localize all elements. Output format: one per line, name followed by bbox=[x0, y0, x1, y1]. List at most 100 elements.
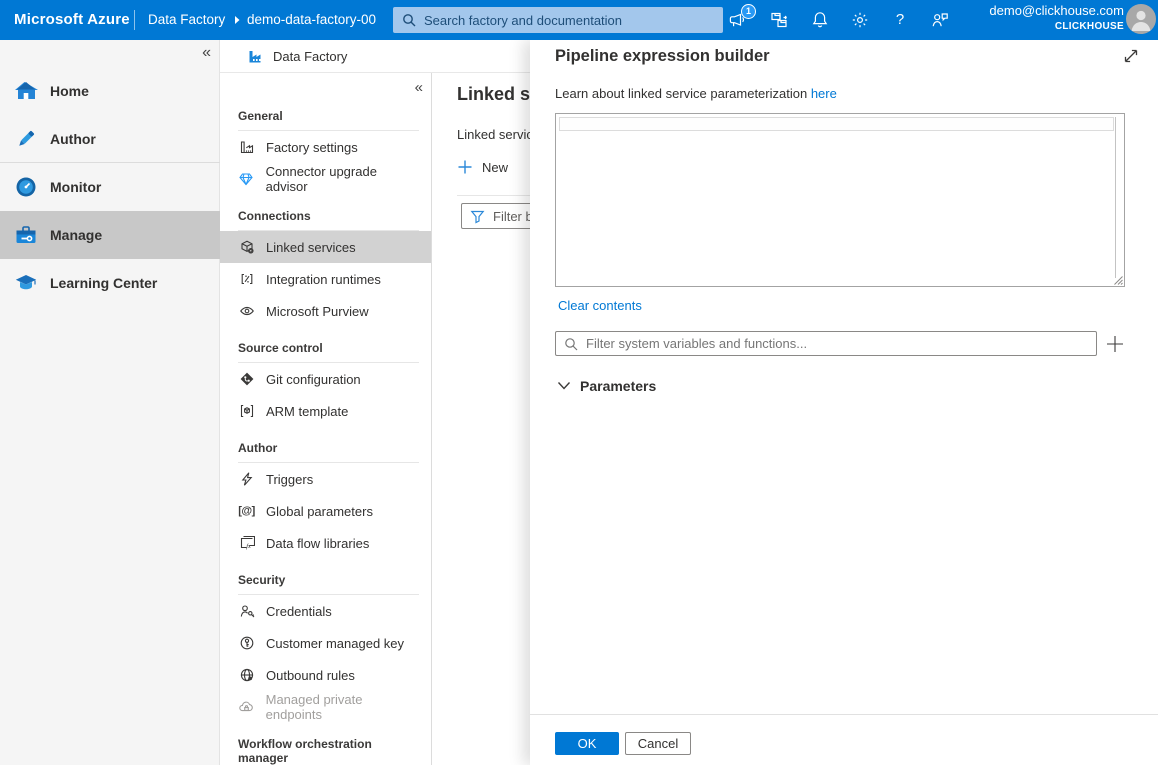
subnav-item-label: Credentials bbox=[266, 604, 332, 619]
learn-line: Learn about linked service parameterizat… bbox=[555, 86, 837, 101]
subnav-item-managed-private-endpoints[interactable]: Managed private endpoints bbox=[238, 691, 419, 723]
nav-item-author[interactable]: Author bbox=[0, 115, 220, 163]
page-description: Linked servic bbox=[457, 127, 533, 142]
subnav-item-label: Factory settings bbox=[266, 140, 358, 155]
breadcrumb-app[interactable]: Data Factory bbox=[148, 0, 225, 40]
purview-eye-icon bbox=[238, 303, 255, 319]
collapse-leftnav-icon[interactable]: « bbox=[202, 44, 211, 62]
subnav-item-outbound-rules[interactable]: Outbound rules bbox=[238, 659, 419, 691]
nav-item-manage[interactable]: Manage bbox=[0, 211, 220, 259]
footer-divider bbox=[530, 714, 1158, 715]
subnav-item-integration-runtimes[interactable]: Integration runtimes bbox=[238, 263, 419, 295]
settings-gear-icon[interactable] bbox=[850, 10, 870, 30]
notifications-bell-icon[interactable] bbox=[810, 10, 830, 30]
nav-item-label: Author bbox=[50, 131, 96, 147]
author-pencil-icon bbox=[14, 127, 38, 151]
subnav-item-factory-settings[interactable]: Factory settings bbox=[238, 131, 419, 163]
account-info[interactable]: demo@clickhouse.com CLICKHOUSE bbox=[989, 4, 1124, 32]
learning-center-icon bbox=[14, 271, 38, 295]
azure-brand[interactable]: Microsoft Azure bbox=[14, 0, 130, 40]
subnav-item-connector-upgrade-advisor[interactable]: Connector upgrade advisor bbox=[238, 163, 419, 195]
nav-item-monitor[interactable]: Monitor bbox=[0, 163, 220, 211]
subnav-item-label: Linked services bbox=[266, 240, 356, 255]
feedback-icon[interactable] bbox=[930, 10, 950, 30]
help-icon[interactable]: ? bbox=[890, 10, 910, 30]
global-search[interactable] bbox=[393, 7, 723, 33]
outbound-rules-globe-icon bbox=[238, 667, 255, 683]
resize-grip-icon[interactable] bbox=[1113, 275, 1123, 285]
account-tenant: CLICKHOUSE bbox=[989, 22, 1124, 32]
data-factory-icon bbox=[248, 48, 265, 65]
subnav-item-label: Microsoft Purview bbox=[266, 304, 369, 319]
panel-title: Pipeline expression builder bbox=[555, 47, 770, 66]
search-icon bbox=[402, 13, 416, 27]
subnav-item-label: Git configuration bbox=[266, 372, 361, 387]
search-input[interactable] bbox=[424, 13, 714, 28]
subnav-item-microsoft-purview[interactable]: Microsoft Purview bbox=[238, 295, 419, 327]
section-header-source-control: Source control bbox=[238, 341, 419, 363]
subnav-item-label: Outbound rules bbox=[266, 668, 355, 683]
learn-text: Learn about linked service parameterizat… bbox=[555, 86, 807, 101]
switch-factory-icon[interactable] bbox=[769, 10, 789, 30]
subnav-item-label: Data flow libraries bbox=[266, 536, 369, 551]
account-email: demo@clickhouse.com bbox=[989, 4, 1124, 17]
subnav-item-customer-managed-key[interactable]: Customer managed key bbox=[238, 627, 419, 659]
functions-filter-input[interactable] bbox=[586, 336, 1088, 351]
topbar-divider bbox=[134, 10, 135, 30]
home-icon bbox=[14, 79, 38, 103]
subnav-item-linked-services[interactable]: Linked services bbox=[220, 231, 431, 263]
subnav-item-credentials[interactable]: Credentials bbox=[238, 595, 419, 627]
subnav-item-git-configuration[interactable]: Git configuration bbox=[238, 363, 419, 395]
clear-contents-link[interactable]: Clear contents bbox=[558, 298, 642, 313]
ok-button[interactable]: OK bbox=[555, 732, 619, 755]
subnav-item-label: Connector upgrade advisor bbox=[266, 164, 419, 194]
subnav-item-label: Triggers bbox=[266, 472, 313, 487]
manage-toolbox-icon bbox=[14, 223, 38, 247]
subnav-item-arm-template[interactable]: ARM template bbox=[238, 395, 419, 427]
credentials-icon bbox=[238, 603, 255, 619]
subnav-item-data-flow-libraries[interactable]: fx Data flow libraries bbox=[238, 527, 419, 559]
factory-settings-icon bbox=[238, 139, 255, 155]
subnav-item-label: ARM template bbox=[266, 404, 348, 419]
subnav-item-label: Customer managed key bbox=[266, 636, 404, 651]
connector-upgrade-advisor-icon bbox=[238, 171, 255, 187]
parameters-section-toggle[interactable]: Parameters bbox=[557, 378, 656, 394]
expression-editor[interactable] bbox=[555, 113, 1125, 287]
factory-selector[interactable]: Data Factory bbox=[248, 40, 347, 72]
collapse-subnav-icon[interactable]: « bbox=[415, 79, 423, 96]
expression-editor-input[interactable] bbox=[556, 114, 1124, 286]
nav-item-label: Learning Center bbox=[50, 275, 157, 291]
integration-runtimes-icon bbox=[238, 271, 255, 287]
topbar: Microsoft Azure Data Factory demo-data-f… bbox=[0, 0, 1158, 40]
subnav-item-global-parameters[interactable]: [@] Global parameters bbox=[238, 495, 419, 527]
search-icon bbox=[564, 337, 578, 351]
global-parameters-icon: [@] bbox=[238, 505, 255, 517]
monitor-gauge-icon bbox=[14, 175, 38, 199]
parameters-label: Parameters bbox=[580, 378, 656, 394]
breadcrumb-factory[interactable]: demo-data-factory-00 bbox=[247, 0, 393, 40]
svg-text:fx: fx bbox=[246, 543, 251, 550]
section-header-workflow-orchestration-manager: Workflow orchestration manager bbox=[238, 737, 419, 765]
customer-managed-key-icon bbox=[238, 635, 255, 651]
nav-item-label: Manage bbox=[50, 227, 102, 243]
arm-template-icon bbox=[238, 403, 255, 419]
nav-item-label: Monitor bbox=[50, 179, 101, 195]
nav-item-label: Home bbox=[50, 83, 89, 99]
cancel-button[interactable]: Cancel bbox=[625, 732, 691, 755]
chevron-down-icon bbox=[557, 381, 571, 391]
expand-panel-icon[interactable] bbox=[1122, 47, 1140, 65]
functions-filter[interactable] bbox=[555, 331, 1097, 356]
app-window: Microsoft Azure Data Factory demo-data-f… bbox=[0, 0, 1158, 765]
new-linked-service-button[interactable]: New bbox=[457, 159, 508, 175]
managed-private-endpoints-icon bbox=[238, 699, 255, 715]
learn-link[interactable]: here bbox=[811, 86, 837, 101]
editor-scrollbar[interactable] bbox=[1115, 117, 1116, 278]
left-nav: « Home Author Monitor Manage bbox=[0, 40, 220, 765]
filter-funnel-icon bbox=[470, 209, 485, 224]
nav-item-home[interactable]: Home bbox=[0, 67, 220, 115]
subnav-item-triggers[interactable]: Triggers bbox=[238, 463, 419, 495]
avatar[interactable] bbox=[1126, 4, 1156, 34]
add-expression-icon[interactable] bbox=[1103, 332, 1127, 356]
nav-item-learning-center[interactable]: Learning Center bbox=[0, 259, 220, 307]
subnav-item-label: Global parameters bbox=[266, 504, 373, 519]
